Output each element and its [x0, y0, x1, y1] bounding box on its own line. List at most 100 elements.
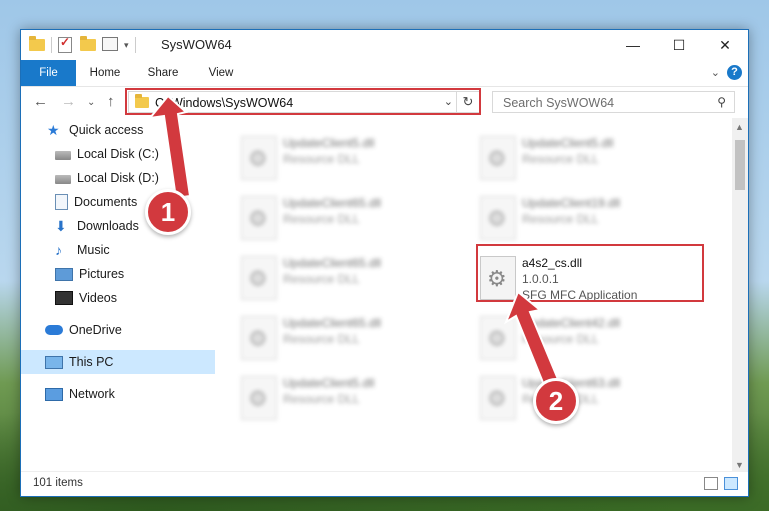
file-name: UpdateClient65.dll [283, 316, 382, 330]
ribbon-tabs: File Home Share View ⌄ ? [21, 60, 748, 87]
file-name: UpdateClient5.dll [522, 136, 614, 150]
vertical-scrollbar[interactable]: ▲ ▼ [732, 118, 748, 474]
file-item[interactable]: UpdateClient5.dll Resource DLL [474, 130, 694, 186]
file-item[interactable]: UpdateClient65.dll Resource DLL [235, 250, 455, 306]
navigation-pane: ★ Quick access Local Disk (C:) 📌 Local D… [21, 118, 242, 474]
maximize-button[interactable]: ☐ [656, 30, 702, 60]
sidebar-item-music[interactable]: ♪ Music 📌 [21, 238, 248, 262]
file-item[interactable]: UpdateClient63.dll Resource DLL [474, 370, 694, 426]
sidebar-item-label: Local Disk (C:) [77, 147, 159, 161]
scroll-thumb[interactable] [735, 140, 745, 190]
star-icon: ★ [47, 122, 60, 138]
back-arrow-icon[interactable]: ← [33, 93, 48, 110]
folder-icon[interactable] [29, 36, 45, 53]
file-highlight-box [476, 244, 704, 302]
file-type: Resource DLL [283, 392, 360, 406]
sidebar-item-local-disk-c[interactable]: Local Disk (C:) 📌 [21, 142, 248, 166]
tab-view[interactable]: View [199, 60, 243, 86]
sidebar-item-documents[interactable]: Documents 📌 [21, 190, 248, 214]
sidebar-item-label: Music [77, 243, 110, 257]
close-button[interactable]: ✕ [702, 30, 748, 60]
network-icon [45, 387, 63, 401]
tab-home[interactable]: Home [83, 60, 127, 86]
search-icon[interactable]: ⚲ [717, 95, 726, 109]
sidebar-item-label: Network [69, 387, 115, 401]
callout-1: 1 [145, 189, 191, 235]
details-view-icon[interactable] [704, 477, 718, 490]
file-name: UpdateClient5.dll [283, 376, 375, 390]
sidebar-item-network[interactable]: Network [21, 382, 238, 406]
separator [51, 37, 52, 53]
file-type: Resource DLL [283, 152, 360, 166]
file-type: Resource DLL [522, 212, 599, 226]
search-input[interactable] [501, 95, 705, 111]
file-type: Resource DLL [283, 212, 360, 226]
sidebar-item-label: Quick access [69, 123, 144, 137]
forward-arrow-icon[interactable]: → [61, 93, 76, 110]
sidebar-item-label: Pictures [79, 267, 125, 281]
tab-file[interactable]: File [21, 60, 76, 86]
tiles-view-icon[interactable] [724, 477, 738, 490]
sidebar-item-local-disk-d[interactable]: Local Disk (D:) 📌 [21, 166, 248, 190]
new-folder-icon[interactable] [80, 36, 96, 53]
dll-file-icon [241, 136, 277, 180]
recent-locations-icon[interactable]: ⌄ [87, 97, 95, 108]
file-item[interactable]: UpdateClient19.dll Resource DLL [474, 190, 694, 246]
computer-icon [45, 355, 63, 369]
sidebar-item-pictures[interactable]: Pictures 📌 [21, 262, 248, 286]
sidebar-item-label: Documents [74, 195, 138, 209]
item-count: 101 items [33, 477, 83, 489]
file-name: UpdateClient19.dll [522, 196, 621, 210]
dll-file-icon [480, 136, 516, 180]
drive-icon [55, 150, 71, 160]
sidebar-item-videos[interactable]: Videos 📌 [21, 286, 248, 310]
callout-2: 2 [533, 378, 579, 424]
window-controls: — ☐ ✕ [610, 30, 748, 60]
pictures-icon [55, 267, 73, 281]
file-item[interactable]: UpdateClient65.dll Resource DLL [235, 310, 455, 366]
file-item[interactable]: UpdateClient5.dll Resource DLL [235, 130, 455, 186]
download-icon: ⬇ [55, 218, 67, 234]
dll-file-icon [241, 196, 277, 240]
sidebar-item-label: This PC [69, 355, 114, 369]
dll-file-icon [480, 316, 516, 360]
tab-share[interactable]: Share [141, 60, 185, 86]
cloud-icon [45, 325, 63, 335]
music-icon: ♪ [55, 242, 62, 258]
dll-file-icon [241, 376, 277, 420]
sidebar-item-quick-access[interactable]: ★ Quick access [21, 118, 240, 142]
file-type: Resource DLL [283, 272, 360, 286]
window-title: SysWOW64 [161, 37, 232, 52]
file-item[interactable]: UpdateClient5.dll Resource DLL [235, 370, 455, 426]
properties-icon[interactable] [102, 37, 118, 53]
file-item[interactable]: UpdateClient65.dll Resource DLL [235, 190, 455, 246]
minimize-button[interactable]: — [610, 30, 656, 60]
dll-file-icon [480, 196, 516, 240]
sidebar-item-label: Videos [79, 291, 117, 305]
file-item[interactable]: UpdateClient42.dll Resource DLL [474, 310, 694, 366]
sidebar-item-onedrive[interactable]: OneDrive [21, 318, 238, 342]
sidebar-item-label: OneDrive [69, 323, 122, 337]
expand-ribbon-icon[interactable]: ⌄ [711, 66, 720, 79]
scroll-up-icon[interactable]: ▲ [735, 122, 744, 132]
navigation-bar: ← → ⌄ ↑ C:\Windows\SysWOW64 ⌄ ↻ ⚲ [21, 87, 748, 117]
separator [134, 37, 136, 53]
dll-file-icon [241, 256, 277, 300]
videos-icon [55, 291, 73, 305]
address-highlight-box [125, 88, 481, 115]
dll-file-icon [480, 376, 516, 420]
file-name: UpdateClient42.dll [522, 316, 621, 330]
sidebar-item-label: Local Disk (D:) [77, 171, 159, 185]
documents-icon [55, 194, 68, 210]
properties-check-icon[interactable] [58, 35, 74, 53]
sidebar-item-this-pc[interactable]: This PC [21, 350, 238, 374]
file-type: Resource DLL [522, 152, 599, 166]
up-arrow-icon[interactable]: ↑ [107, 93, 115, 110]
file-name: UpdateClient5.dll [283, 136, 375, 150]
help-button[interactable]: ? [727, 65, 742, 80]
dll-file-icon [241, 316, 277, 360]
search-box[interactable]: ⚲ [492, 91, 735, 113]
customize-dropdown-icon[interactable]: ▾ [124, 40, 129, 51]
scroll-down-icon[interactable]: ▼ [735, 460, 744, 470]
sidebar-item-downloads[interactable]: ⬇ Downloads 📌 [21, 214, 248, 238]
